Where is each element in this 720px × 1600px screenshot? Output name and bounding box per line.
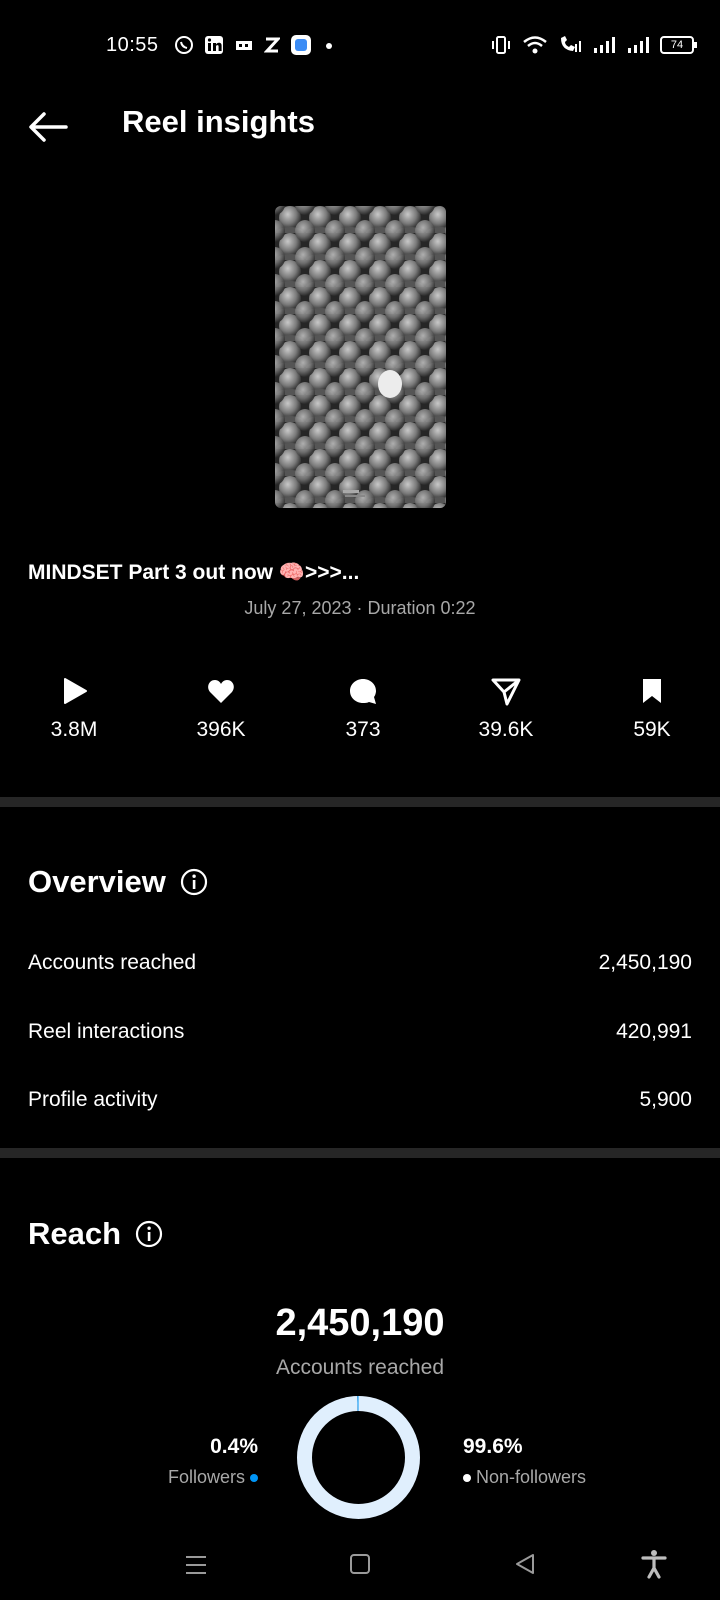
linkedin-icon: [205, 36, 223, 54]
section-divider: [0, 1148, 720, 1158]
volte-icon: [561, 36, 581, 52]
non-followers-legend: Non-followers: [463, 1467, 586, 1488]
accessibility-icon[interactable]: [640, 1549, 668, 1579]
play-icon: [64, 678, 87, 704]
stat-likes: 396K: [161, 676, 281, 742]
wifi-icon: [523, 36, 547, 54]
overview-row-value: 420,991: [616, 1020, 692, 1043]
dot-icon: [326, 43, 332, 49]
overview-row-reel-interactions[interactable]: Reel interactions: [28, 1020, 184, 1044]
comment-icon: [350, 679, 376, 704]
reach-title: Reach: [28, 1216, 163, 1252]
vibrate-icon: [492, 36, 510, 54]
app-icon: [291, 35, 311, 55]
followers-dot: [250, 1474, 258, 1483]
status-time: 10:55: [106, 34, 159, 56]
reel-thumbnail-image: [275, 206, 446, 508]
menu-icon[interactable]: [183, 1552, 209, 1578]
whatsapp-icon: [175, 36, 193, 54]
overview-heading: Overview: [28, 864, 166, 899]
battery-level: 74: [670, 39, 684, 51]
heart-icon: [208, 680, 234, 703]
home-icon[interactable]: [349, 1553, 371, 1575]
sim-icon: [236, 41, 252, 50]
overview-row-accounts-reached[interactable]: Accounts reached: [28, 951, 196, 975]
stat-shares: 39.6K: [446, 676, 566, 742]
followers-legend: Followers: [168, 1467, 258, 1488]
overview-title: Overview: [28, 864, 208, 900]
share-icon: [491, 678, 521, 706]
back-icon[interactable]: [513, 1552, 537, 1576]
stat-saves: 59K: [592, 676, 712, 742]
reel-stats: 3.8M 396K 373 39.6K 59K: [0, 676, 720, 756]
status-right-icons: 74: [490, 34, 697, 56]
reel-meta: July 27, 2023 · Duration 0:22: [244, 598, 476, 618]
followers-percent: 0.4%: [210, 1435, 258, 1458]
donut-segment-non-followers: [297, 1396, 420, 1519]
reach-donut-chart: [297, 1396, 420, 1519]
stat-value: 373: [345, 718, 381, 741]
non-followers-dot: [463, 1474, 471, 1483]
stat-value: 396K: [196, 718, 246, 741]
reel-thumbnail[interactable]: [275, 206, 446, 508]
bookmark-icon: [643, 679, 661, 703]
arrow-left-icon: [29, 112, 68, 142]
stat-value: 39.6K: [478, 718, 534, 741]
battery-icon: 74: [660, 36, 697, 54]
system-nav-bar: [0, 1540, 720, 1600]
signal-icon: [594, 37, 615, 53]
status-left-icons: [174, 34, 336, 56]
reach-heading: Reach: [28, 1216, 122, 1251]
signal-icon: [628, 37, 649, 53]
stat-plays: 3.8M: [14, 676, 134, 742]
reach-total: 2,450,190: [275, 1302, 445, 1344]
non-followers-percent: 99.6%: [463, 1435, 523, 1458]
stat-value: 59K: [633, 718, 671, 741]
back-button[interactable]: [22, 100, 76, 154]
reel-caption: MINDSET Part 3 out now 🧠>>>...: [28, 561, 360, 584]
reach-subtitle: Accounts reached: [275, 1356, 445, 1379]
z-icon: [264, 37, 280, 53]
info-icon[interactable]: [135, 1220, 163, 1248]
stat-value: 3.8M: [50, 718, 98, 741]
non-followers-label: Non-followers: [476, 1467, 587, 1487]
info-icon[interactable]: [180, 868, 208, 896]
overview-row-value: 5,900: [639, 1088, 692, 1111]
section-divider: [0, 797, 720, 807]
overview-row-value: 2,450,190: [598, 951, 692, 974]
page-title: Reel insights: [122, 104, 315, 139]
stat-comments: 373: [303, 676, 423, 742]
followers-label: Followers: [167, 1467, 245, 1487]
overview-row-profile-activity[interactable]: Profile activity: [28, 1088, 158, 1112]
status-bar: 10:55 74: [0, 0, 720, 92]
